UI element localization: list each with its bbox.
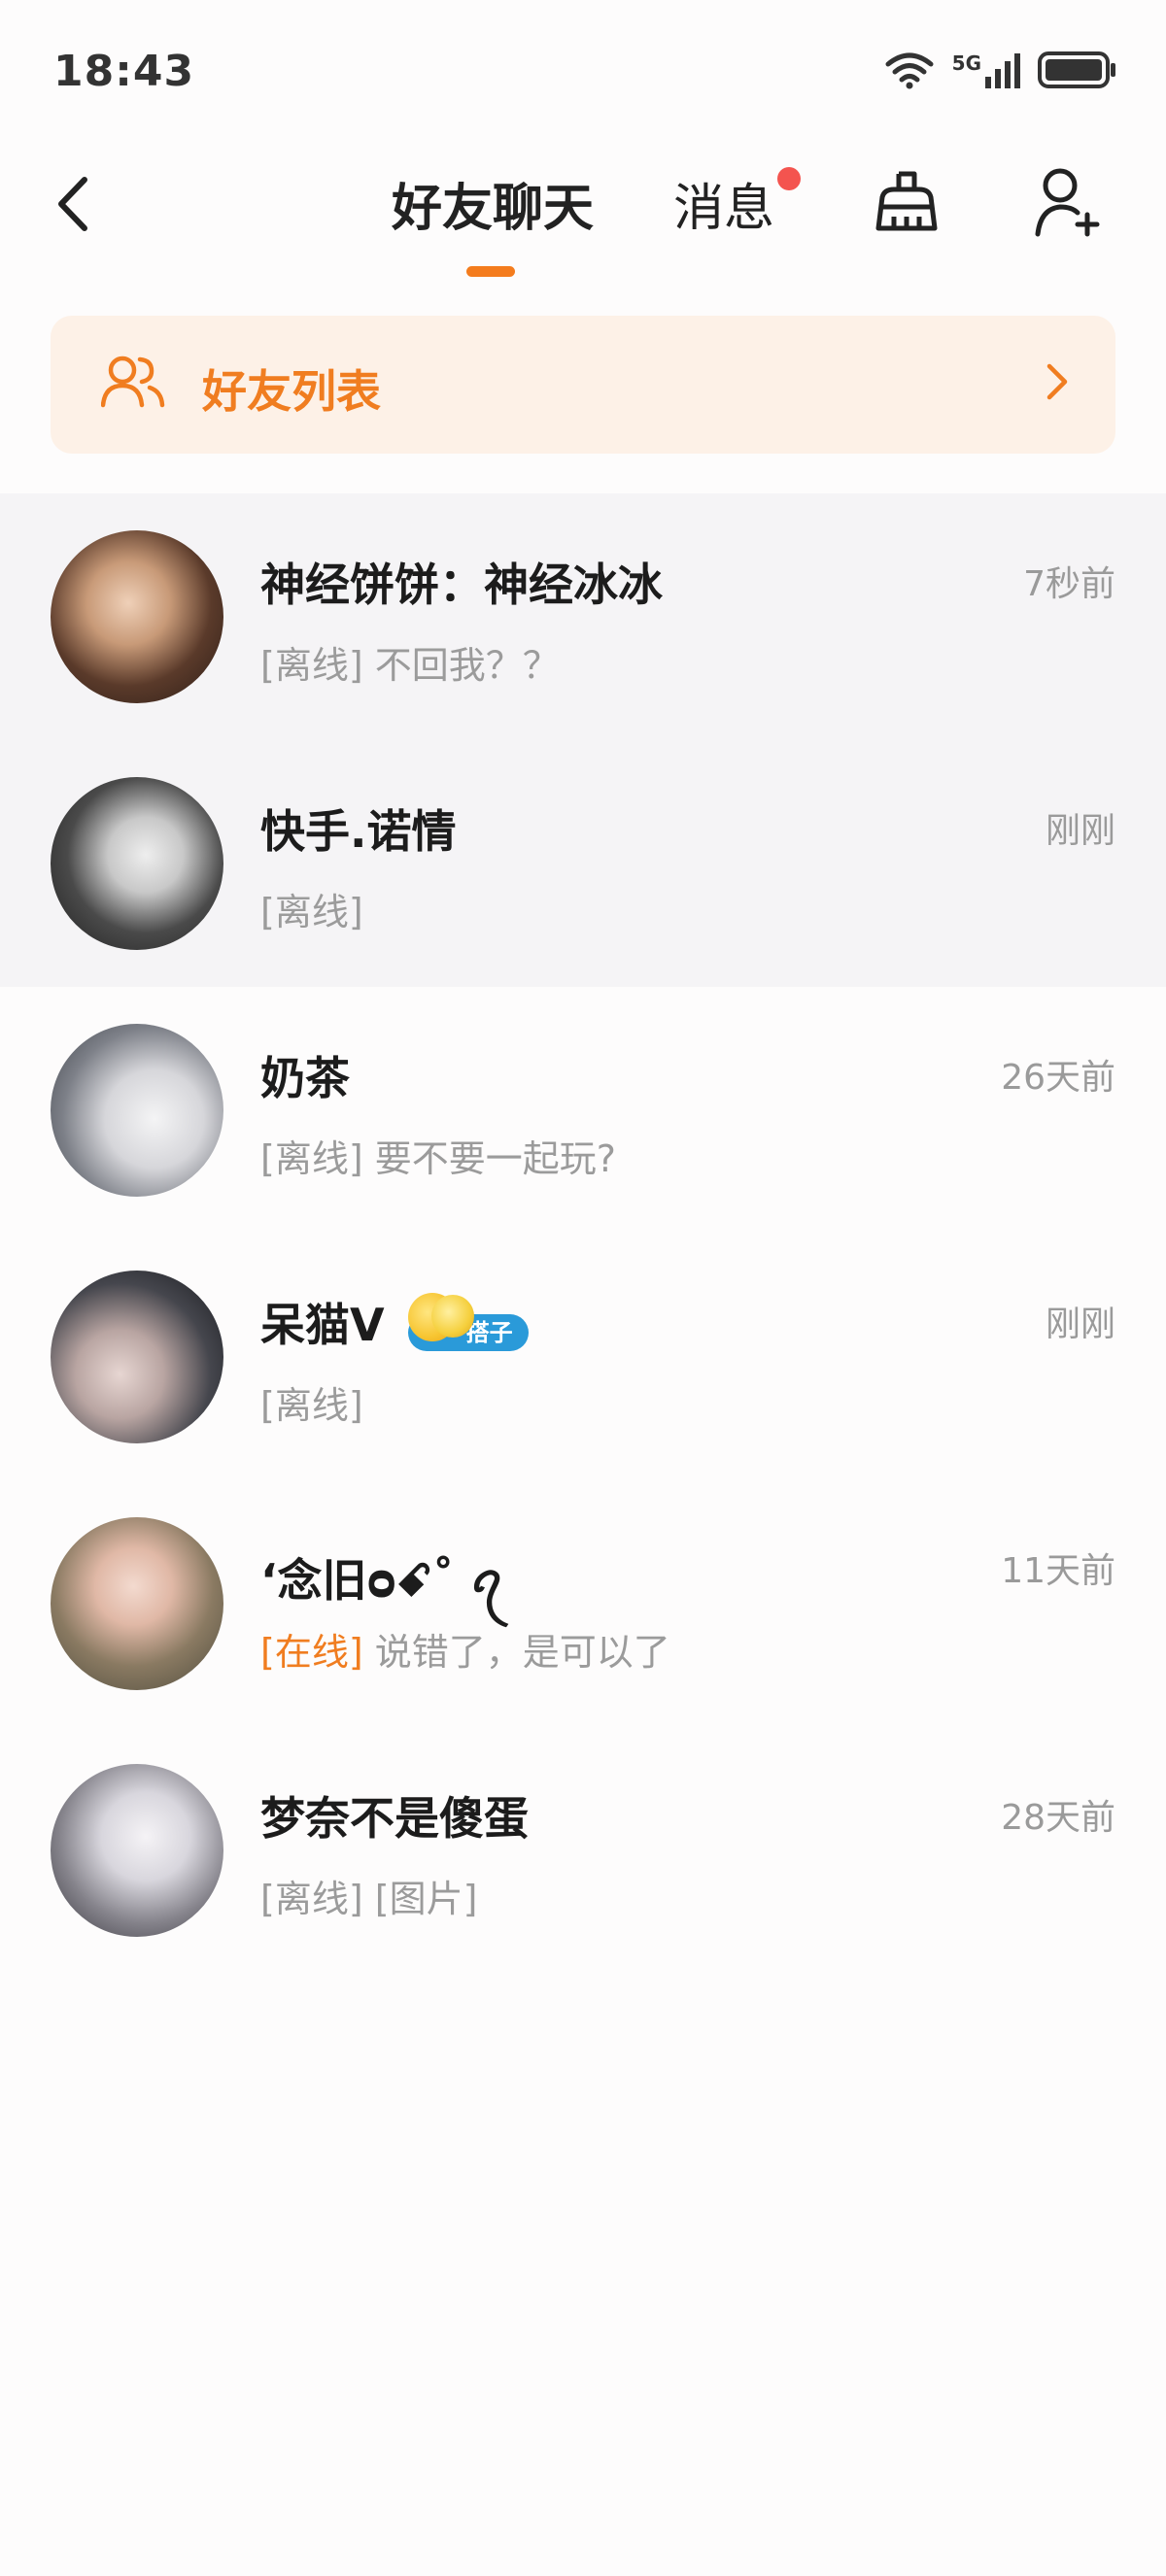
message-time: 7秒前: [1023, 564, 1115, 604]
battery-icon: [1038, 51, 1115, 88]
message-time: 26天前: [1001, 1058, 1115, 1098]
avatar[interactable]: [51, 1764, 223, 1937]
message-preview: [在线] 说错了，是可以了: [260, 1622, 670, 1676]
contact-name: 梦奈不是傻蛋: [260, 1792, 529, 1845]
last-message: 要不要一起玩?: [374, 1137, 616, 1180]
add-friend-button[interactable]: [1028, 163, 1106, 241]
message-preview: [离线] [图片]: [260, 1869, 477, 1922]
online-status: [离线]: [260, 1384, 363, 1427]
chat-list: 神经饼饼：神经冰冰 7秒前 [离线] 不回我？？ 快手.诺情 刚刚 [离线] 奶…: [0, 493, 1166, 1974]
tab-messages[interactable]: 消息: [673, 167, 774, 240]
contact-name: 快手.诺情: [260, 805, 457, 858]
clean-button[interactable]: [868, 163, 945, 241]
last-message: 说错了，是可以了: [374, 1631, 670, 1674]
add-user-icon: [1035, 168, 1100, 237]
message-preview: [离线]: [260, 1375, 363, 1429]
message-preview: [离线] 不回我？？: [260, 635, 560, 689]
chevron-left-icon: [58, 177, 87, 231]
contact-name: 神经饼饼：神经冰冰: [260, 559, 663, 611]
avatar[interactable]: [51, 530, 223, 703]
message-preview: [离线]: [260, 882, 363, 935]
chat-row[interactable]: ʻ念旧ᴑꗃ˚ ꪖ 11天前 [在线] 说错了，是可以了: [0, 1480, 1166, 1727]
active-tab-indicator: [466, 266, 515, 277]
status-bar: 18:43 5G: [0, 0, 1166, 146]
message-time: 刚刚: [1045, 1305, 1115, 1344]
chevron-right-icon: [1046, 363, 1068, 400]
back-button[interactable]: [49, 170, 97, 238]
status-time: 18:43: [53, 47, 195, 96]
contact-name: ʻ念旧ᴑꗃ˚ ꪖ: [260, 1554, 505, 1607]
online-status: [离线]: [260, 644, 363, 687]
friend-list-banner[interactable]: 好友列表: [51, 316, 1115, 454]
avatar[interactable]: [51, 1271, 223, 1443]
online-status: [离线]: [260, 1878, 363, 1920]
avatar[interactable]: [51, 1024, 223, 1197]
member-badge: 搭子: [407, 1292, 529, 1351]
chat-row[interactable]: 呆猫V 搭子 刚刚 [离线]: [0, 1234, 1166, 1480]
unread-dot: [777, 167, 801, 190]
contact-name-text: 呆猫V: [260, 1299, 385, 1351]
online-status: [离线]: [260, 891, 363, 933]
avatar[interactable]: [51, 777, 223, 950]
last-message: [图片]: [374, 1878, 478, 1920]
tab-friend-chat[interactable]: 好友聊天: [392, 167, 594, 240]
last-message: 不回我？？: [374, 644, 560, 687]
message-preview: [离线] 要不要一起玩?: [260, 1129, 616, 1182]
chat-row[interactable]: 奶茶 26天前 [离线] 要不要一起玩?: [0, 987, 1166, 1234]
online-status: [离线]: [260, 1137, 363, 1180]
online-status: [在线]: [260, 1631, 363, 1674]
wifi-icon: [885, 52, 934, 89]
chat-row[interactable]: 神经饼饼：神经冰冰 7秒前 [离线] 不回我？？: [0, 493, 1166, 740]
emoji-badge-icon: [430, 1294, 474, 1338]
broom-basket-icon: [875, 171, 938, 231]
bottom-gesture-area: [0, 2545, 1166, 2576]
chat-row[interactable]: 快手.诺情 刚刚 [离线]: [0, 740, 1166, 987]
chat-row[interactable]: 梦奈不是傻蛋 28天前 [离线] [图片]: [0, 1727, 1166, 1974]
contact-name: 奶茶: [260, 1052, 350, 1104]
network-type-label: 5G: [951, 51, 981, 75]
message-time: 11天前: [1001, 1551, 1115, 1591]
cellular-icon: 5G: [952, 51, 1020, 88]
friends-icon: [101, 356, 165, 408]
message-time: 刚刚: [1045, 811, 1115, 851]
message-time: 28天前: [1001, 1798, 1115, 1838]
friend-list-label: 好友列表: [202, 365, 381, 418]
contact-name: 呆猫V 搭子: [260, 1290, 529, 1355]
status-icons: 5G: [884, 51, 1117, 89]
avatar[interactable]: [51, 1517, 223, 1690]
